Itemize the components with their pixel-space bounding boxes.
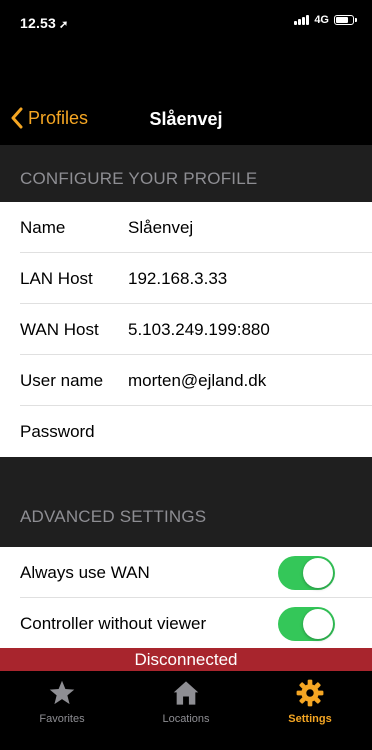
signal-icon bbox=[294, 15, 310, 25]
toggle-knob bbox=[303, 558, 333, 588]
user-name-field[interactable]: morten@ejland.dk bbox=[128, 371, 266, 391]
tab-bar: Favorites Locations Settings bbox=[0, 671, 372, 750]
tab-locations-label: Locations bbox=[162, 713, 210, 725]
advanced-group: Always use WAN Controller without viewer bbox=[0, 547, 372, 649]
lan-host-row[interactable]: LAN Host 192.168.3.33 bbox=[0, 253, 372, 304]
lan-host-label: LAN Host bbox=[20, 268, 93, 288]
always-use-wan-toggle[interactable] bbox=[278, 556, 335, 590]
gear-icon bbox=[296, 679, 324, 707]
status-time-text: 12.53 bbox=[20, 15, 57, 31]
star-icon bbox=[49, 680, 75, 705]
wan-host-row[interactable]: WAN Host 5.103.249.199:880 bbox=[0, 304, 372, 355]
settings-form: CONFIGURE YOUR PROFILE Name Slåenvej LAN… bbox=[0, 145, 372, 649]
connection-status-banner: Disconnected bbox=[0, 648, 372, 671]
location-arrow-icon: ➚ bbox=[59, 19, 69, 31]
user-name-label: User name bbox=[20, 370, 104, 390]
controller-without-viewer-toggle[interactable] bbox=[278, 607, 335, 641]
name-row[interactable]: Name Slåenvej bbox=[0, 202, 372, 253]
tab-favorites-label: Favorites bbox=[39, 713, 85, 725]
toggle-knob bbox=[303, 609, 333, 639]
user-name-row[interactable]: User name morten@ejland.dk bbox=[0, 355, 372, 406]
network-type: 4G bbox=[314, 14, 329, 26]
status-time: 12.53 ➚ bbox=[20, 15, 68, 31]
tab-locations[interactable]: Locations bbox=[124, 679, 248, 725]
page-title: Slåenvej bbox=[149, 109, 223, 129]
tab-settings[interactable]: Settings bbox=[248, 679, 372, 725]
name-label: Name bbox=[20, 217, 66, 237]
section-header-advanced: ADVANCED SETTINGS bbox=[20, 507, 207, 526]
always-use-wan-row: Always use WAN bbox=[0, 547, 372, 598]
status-bar: 12.53 ➚ 4G bbox=[0, 0, 372, 50]
name-field[interactable]: Slåenvej bbox=[128, 218, 193, 238]
status-indicators: 4G bbox=[294, 14, 357, 26]
profile-group: Name Slåenvej LAN Host 192.168.3.33 WAN … bbox=[0, 202, 372, 457]
lan-host-field[interactable]: 192.168.3.33 bbox=[128, 269, 227, 289]
wan-host-label: WAN Host bbox=[20, 319, 99, 339]
always-use-wan-label: Always use WAN bbox=[20, 562, 150, 582]
controller-without-viewer-row: Controller without viewer bbox=[0, 598, 372, 649]
password-label: Password bbox=[20, 421, 95, 441]
tab-settings-label: Settings bbox=[288, 713, 332, 725]
tab-favorites[interactable]: Favorites bbox=[0, 679, 124, 725]
section-header-profile: CONFIGURE YOUR PROFILE bbox=[20, 169, 258, 188]
home-icon bbox=[173, 681, 199, 705]
battery-icon bbox=[334, 15, 357, 25]
controller-without-viewer-label: Controller without viewer bbox=[20, 613, 207, 633]
navigation-bar: Profiles Slåenvej bbox=[0, 95, 372, 145]
wan-host-field[interactable]: 5.103.249.199:880 bbox=[128, 320, 270, 340]
password-row[interactable]: Password bbox=[0, 406, 372, 457]
